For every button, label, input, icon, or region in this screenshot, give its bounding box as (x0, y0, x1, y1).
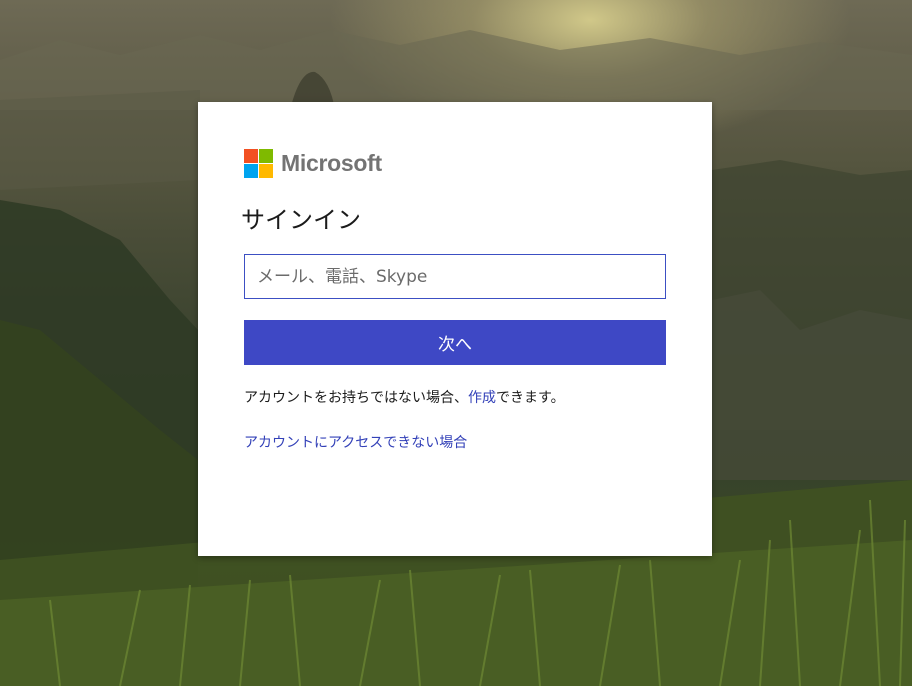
logo-square-red (244, 148, 258, 163)
cant-access-line: アカウントにアクセスできない場合 (244, 432, 467, 452)
microsoft-logo-icon (244, 148, 273, 178)
brand-name: Microsoft (281, 149, 382, 176)
next-button[interactable]: 次へ (244, 320, 666, 365)
cant-access-account-link[interactable]: アカウントにアクセスできない場合 (244, 435, 467, 451)
logo-square-green (259, 148, 273, 163)
create-account-link[interactable]: 作成 (468, 390, 496, 406)
account-input[interactable] (244, 254, 666, 299)
logo-square-blue (244, 163, 258, 178)
logo-square-yellow (259, 163, 273, 178)
no-account-text: アカウントをお持ちではない場合、作成できます。 (244, 387, 565, 407)
signin-card: Microsoft サインイン 次へ アカウントをお持ちではない場合、作成できま… (198, 102, 712, 556)
page-title: サインイン (241, 206, 361, 234)
no-account-suffix: できます。 (496, 390, 565, 406)
no-account-prefix: アカウントをお持ちではない場合、 (244, 390, 468, 406)
microsoft-logo: Microsoft (244, 148, 382, 178)
